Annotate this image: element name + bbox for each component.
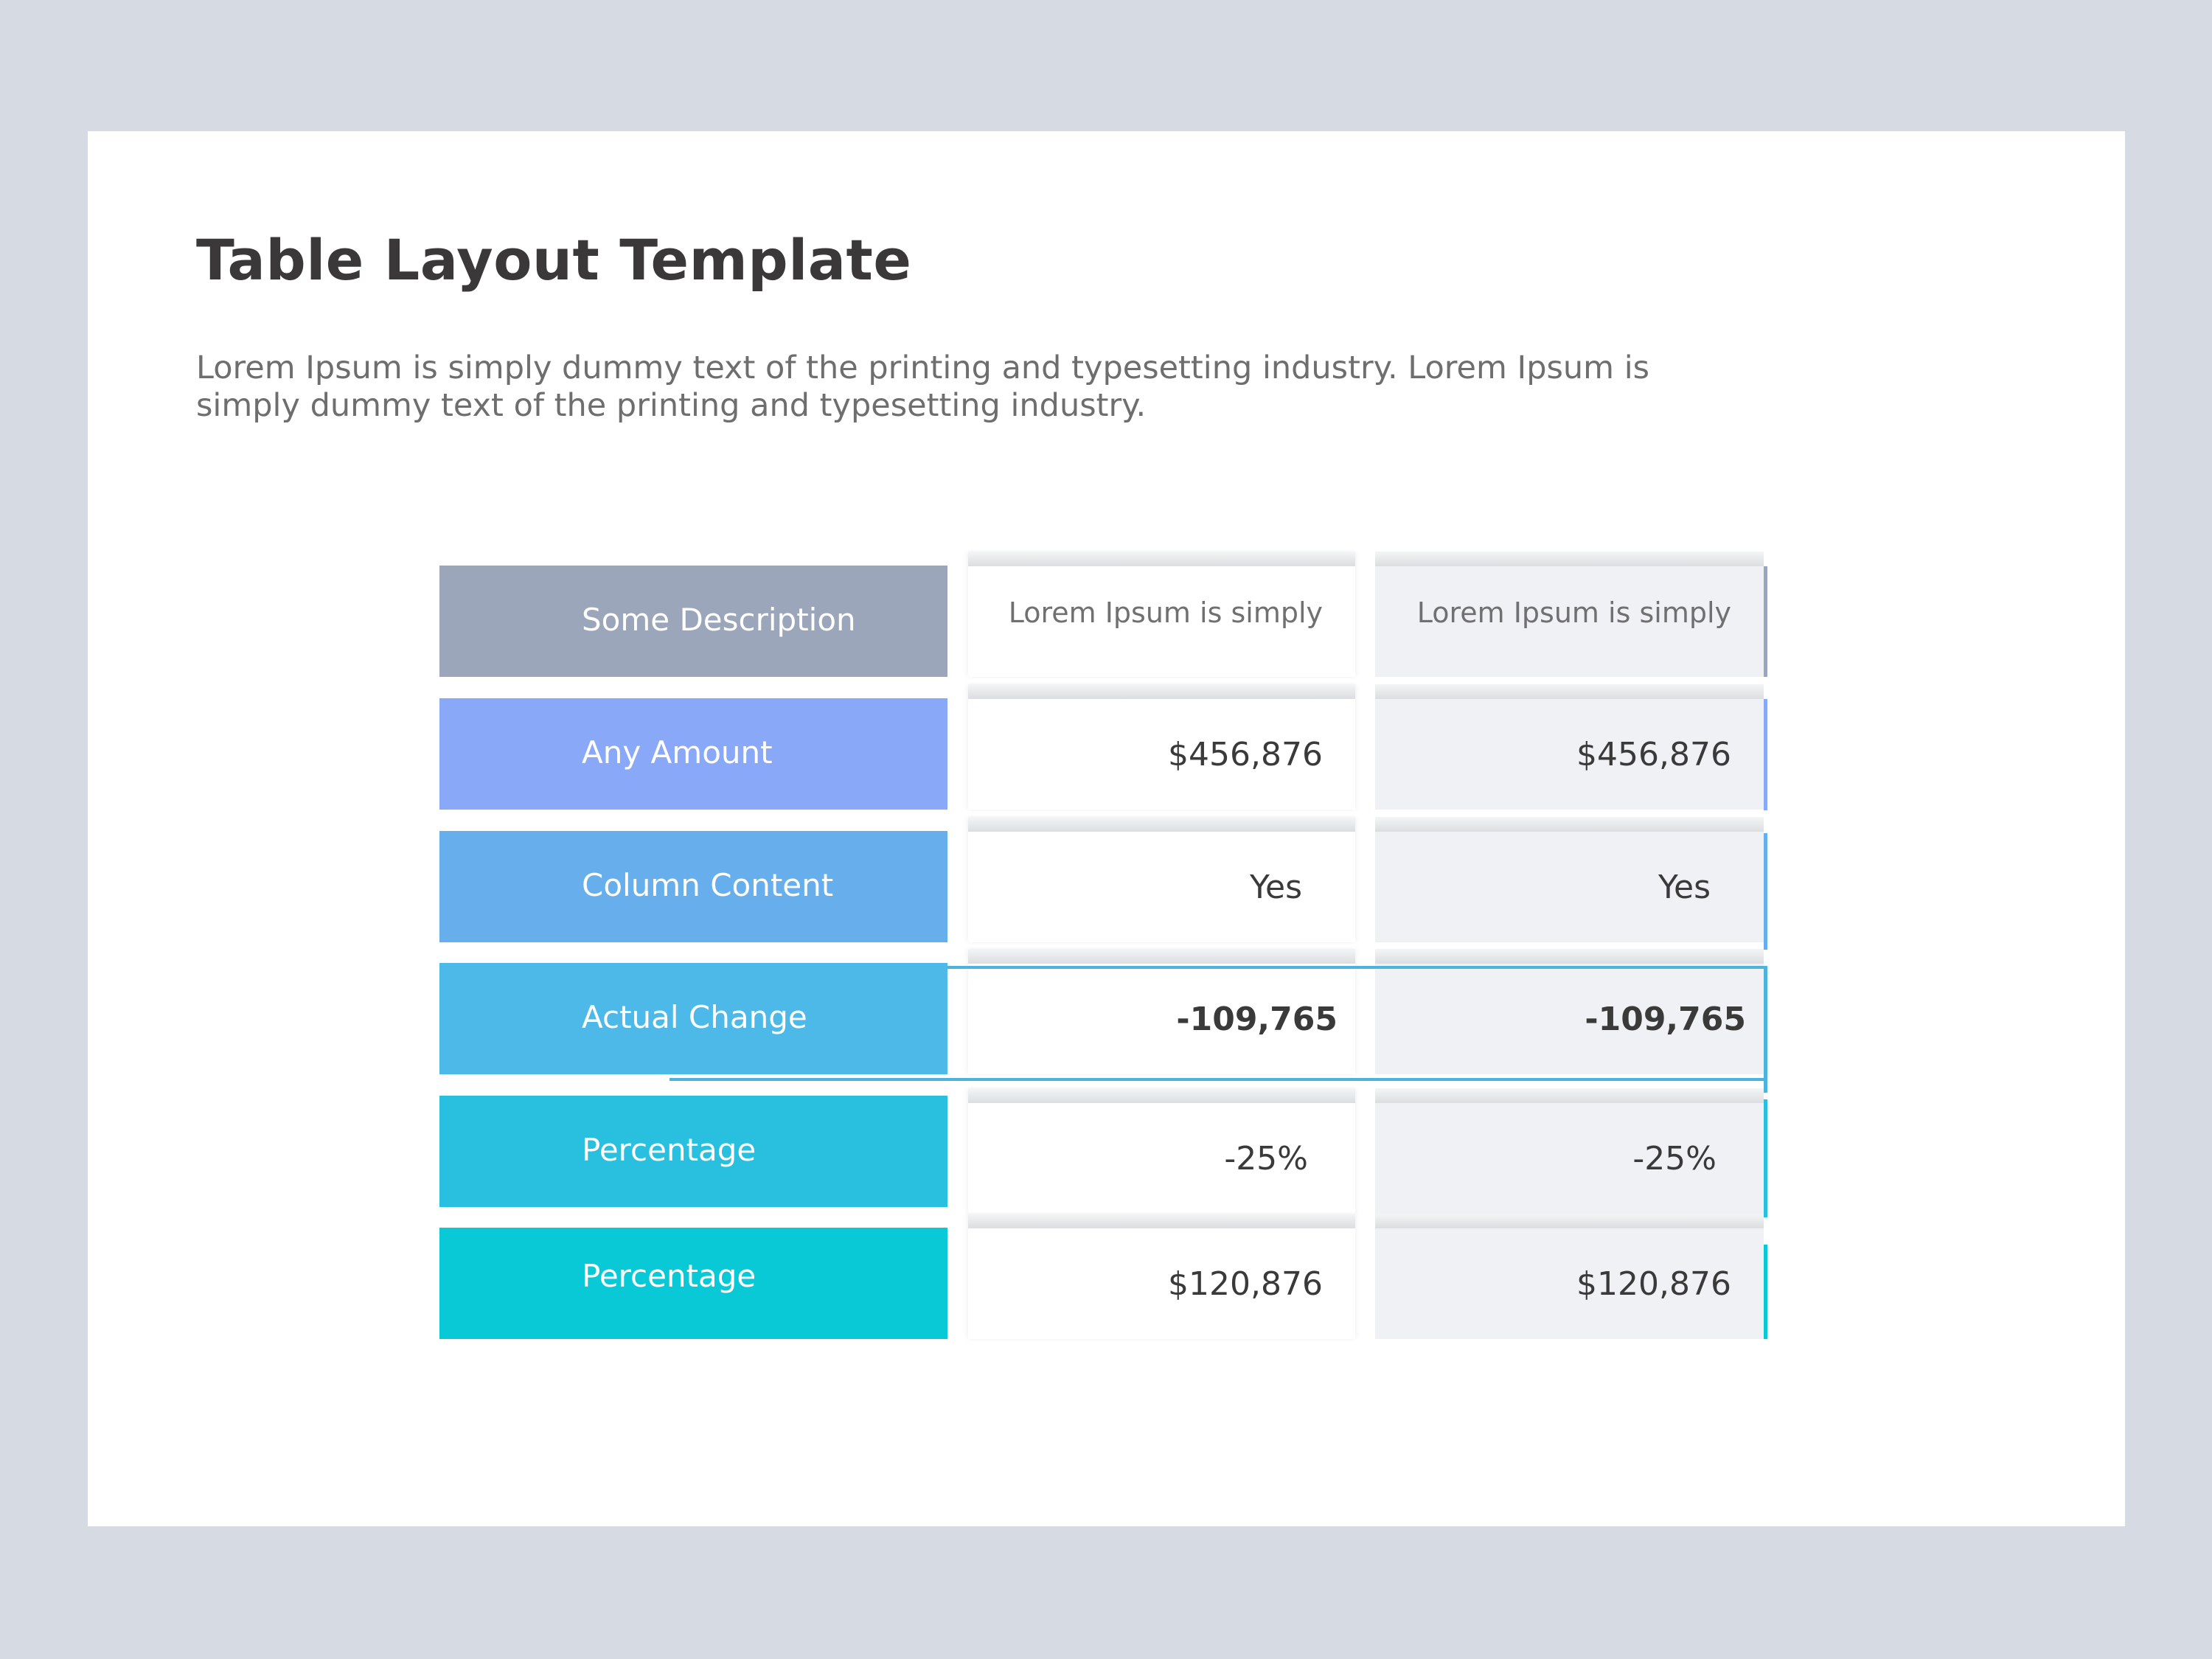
row-label-text: Any Amount bbox=[582, 734, 773, 771]
slide: Table Layout Template Lorem Ipsum is sim… bbox=[88, 131, 2125, 1526]
row-accent-edge bbox=[1764, 1245, 1767, 1339]
header-text: Lorem Ipsum is simply bbox=[1416, 597, 1731, 629]
table-cell-col2: $456,876 bbox=[1375, 684, 1764, 810]
row-label-text: Percentage bbox=[582, 1258, 757, 1294]
row-accent-edge bbox=[1764, 566, 1767, 677]
cell-value: -25% bbox=[1632, 1139, 1717, 1178]
table-cell-col1: Yes bbox=[968, 817, 1355, 942]
highlight-outline-top bbox=[947, 966, 1767, 969]
cell-value: -25% bbox=[1224, 1139, 1308, 1178]
table-cell-col1: $120,876 bbox=[968, 1214, 1355, 1339]
header-cell-col2: Lorem Ipsum is simply bbox=[1375, 552, 1764, 677]
row-label: Percentage bbox=[439, 1096, 947, 1207]
highlight-outline-bottom bbox=[669, 1078, 1767, 1081]
row-label: Column Content bbox=[439, 831, 947, 942]
table-cell-col2: $120,876 bbox=[1375, 1214, 1764, 1339]
table-cell-col2: -25% bbox=[1375, 1088, 1764, 1214]
header-text: Lorem Ipsum is simply bbox=[1008, 597, 1323, 629]
description-text: Lorem Ipsum is simply dummy text of the … bbox=[196, 349, 1650, 424]
row-label: Percentage bbox=[439, 1228, 947, 1339]
row-label: Any Amount bbox=[439, 698, 947, 810]
cell-value: $456,876 bbox=[1576, 735, 1731, 773]
row-accent-edge bbox=[1764, 1099, 1767, 1217]
header-cell-col1: Lorem Ipsum is simply bbox=[968, 552, 1355, 677]
row-accent-edge bbox=[1764, 699, 1767, 810]
table-cell-col1: -25% bbox=[968, 1088, 1355, 1214]
row-label-header: Some Description bbox=[439, 566, 947, 677]
table-cell-col1: $456,876 bbox=[968, 684, 1355, 810]
cell-value: -109,765 bbox=[1585, 1000, 1746, 1038]
cell-value: Yes bbox=[1658, 868, 1711, 906]
row-label-text: Some Description bbox=[582, 602, 856, 638]
cell-value: Yes bbox=[1249, 868, 1302, 906]
row-accent-edge bbox=[1764, 833, 1767, 950]
cell-value: $120,876 bbox=[1576, 1265, 1731, 1303]
row-label-text: Percentage bbox=[582, 1132, 757, 1168]
cell-value: $456,876 bbox=[1168, 735, 1323, 773]
row-label: Actual Change bbox=[439, 963, 947, 1074]
highlight-outline-right bbox=[1764, 966, 1767, 1093]
cell-value: -109,765 bbox=[1176, 1000, 1338, 1038]
row-label-text: Actual Change bbox=[582, 999, 807, 1035]
cell-value: $120,876 bbox=[1168, 1265, 1323, 1303]
page-title: Table Layout Template bbox=[196, 227, 912, 293]
row-label-text: Column Content bbox=[582, 867, 834, 903]
table-cell-col2: Yes bbox=[1375, 817, 1764, 942]
